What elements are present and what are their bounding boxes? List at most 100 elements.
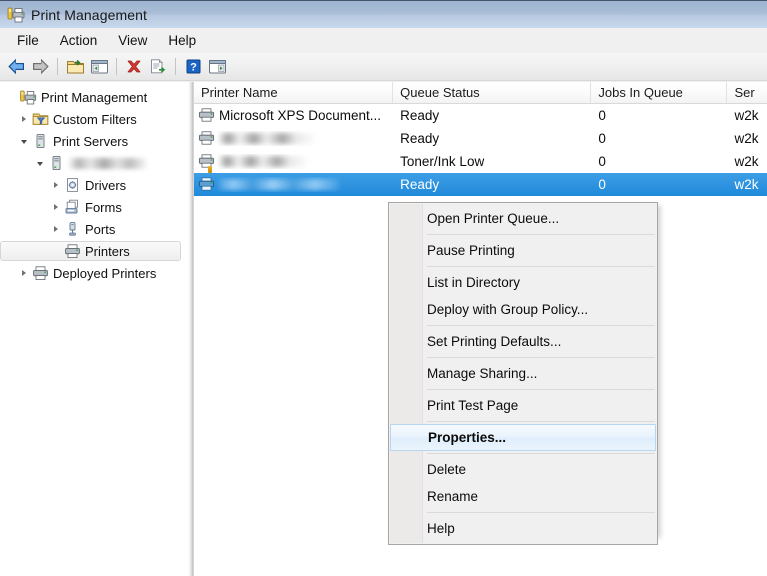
menu-file[interactable]: File [9,30,49,52]
printer-icon [198,131,215,146]
drivers-icon [64,177,81,193]
context-menu-item-list-in-directory[interactable]: List in Directory [389,269,657,296]
tree-item-forms[interactable]: Forms [0,196,187,218]
show-action-pane-icon[interactable] [205,55,229,79]
list-header: Printer Name Queue Status Jobs In Queue … [194,82,767,104]
context-menu-item-open-printer-queue[interactable]: Open Printer Queue... [389,205,657,232]
chevron-down-icon[interactable] [32,155,48,171]
tree-item-custom-filters[interactable]: Custom Filters [0,108,187,130]
forward-icon[interactable] [28,55,52,79]
help-icon[interactable]: ? [181,55,205,79]
printer-name-redacted [219,179,339,190]
cell-jobs-in-queue: 0 [598,154,606,169]
cell-jobs-in-queue: 0 [598,177,606,192]
printer-name-redacted [219,133,315,144]
toolbar-separator-2 [116,58,117,75]
chevron-right-icon[interactable] [48,177,64,193]
delete-icon[interactable] [122,55,146,79]
cell-jobs-in-queue: 0 [598,131,606,146]
context-menu-item-delete[interactable]: Delete [389,456,657,483]
show-console-tree-icon[interactable] [87,55,111,79]
tree-item-print-servers[interactable]: Print Servers [0,130,187,152]
cell-queue-status: Toner/Ink Low [400,154,485,169]
menu-bar: File Action View Help [0,28,767,53]
tree-item-label: Deployed Printers [53,265,157,281]
context-menu-item-deploy-with-group-policy[interactable]: Deploy with Group Policy... [389,296,657,323]
table-row[interactable]: Toner/Ink Low 0 w2k [194,150,767,173]
window-title: Print Management [31,6,147,23]
context-menu-separator [427,389,655,390]
column-header-jobs-in-queue[interactable]: Jobs In Queue [591,82,728,103]
cell-printer-name [194,154,393,173]
toolbar: ? [0,53,767,81]
back-icon[interactable] [4,55,28,79]
context-menu-item-pause-printing[interactable]: Pause Printing [389,237,657,264]
column-header-printer-name[interactable]: Printer Name [194,82,394,103]
printer-icon [198,177,215,192]
chevron-right-icon[interactable] [16,111,32,127]
context-menu-item-properties[interactable]: Properties... [390,424,656,451]
tree-item-printers[interactable]: Printers [0,240,187,262]
tree-item-label: Print Management [41,89,148,105]
show-folder-icon[interactable] [63,55,87,79]
tree-item-ports[interactable]: Ports [0,218,187,240]
cell-printer-name: Microsoft XPS Document... [194,108,393,123]
context-menu-separator [427,266,655,267]
context-menu-separator [427,357,655,358]
cell-server-name: w2k [734,108,759,123]
forms-icon [64,199,81,215]
printer-name-redacted [219,156,307,167]
cell-jobs-in-queue: 0 [598,108,606,123]
printer-icon [64,243,81,259]
printer-icon [198,108,215,123]
printer-icon [32,265,49,281]
menu-help[interactable]: Help [160,30,206,52]
printer-icon [198,154,215,169]
console-tree: Print Management Custom Filters Print Se… [0,82,188,576]
context-menu-separator [427,421,655,422]
cell-printer-name [194,131,393,146]
menu-action[interactable]: Action [52,30,108,52]
tree-item-label: Ports [85,221,116,237]
printer-context-menu: Open Printer Queue... Pause Printing Lis… [388,202,658,545]
tree-item-print-management[interactable]: Print Management [0,86,187,108]
cell-server-name: w2k [734,154,759,169]
tree-item-label: Custom Filters [53,111,137,127]
svg-text:?: ? [190,62,197,74]
context-menu-item-help[interactable]: Help [389,515,657,542]
chevron-right-icon[interactable] [16,265,32,281]
chevron-down-icon[interactable] [16,133,32,149]
table-row-selected[interactable]: Ready 0 w2k [194,173,767,196]
context-menu-separator [427,453,655,454]
context-menu-separator [427,512,655,513]
column-header-queue-status[interactable]: Queue Status [393,82,592,103]
context-menu-item-rename[interactable]: Rename [389,483,657,510]
ports-icon [64,221,81,237]
table-row[interactable]: Microsoft XPS Document... Ready 0 w2k [194,104,767,127]
print-management-window: Print Management File Action View Help ?… [0,0,767,576]
tree-item-drivers[interactable]: Drivers [0,174,187,196]
tree-item-label-redacted [69,157,147,169]
menu-view[interactable]: View [110,30,157,52]
table-row[interactable]: Ready 0 w2k [194,127,767,150]
context-menu-separator [427,325,655,326]
context-menu-item-print-test-page[interactable]: Print Test Page [389,392,657,419]
chevron-right-icon[interactable] [48,199,64,215]
cell-queue-status: Ready [400,108,440,123]
tree-item-label: Drivers [85,177,127,193]
tree-item-server-redacted[interactable] [0,152,187,174]
chevron-right-icon[interactable] [48,221,64,237]
context-menu-item-manage-sharing[interactable]: Manage Sharing... [389,360,657,387]
context-menu-separator [427,234,655,235]
column-header-server-name[interactable]: Ser [727,82,767,103]
server-icon [48,155,65,171]
toolbar-separator-3 [175,58,176,75]
print-management-icon [7,6,25,24]
context-menu-item-set-printing-defaults[interactable]: Set Printing Defaults... [389,328,657,355]
server-icon [32,133,49,149]
export-list-icon[interactable] [146,55,170,79]
tree-item-deployed-printers[interactable]: Deployed Printers [0,262,187,284]
tree-item-label: Print Servers [53,133,129,149]
twisty-none [4,89,20,105]
filter-folder-icon [32,111,49,127]
